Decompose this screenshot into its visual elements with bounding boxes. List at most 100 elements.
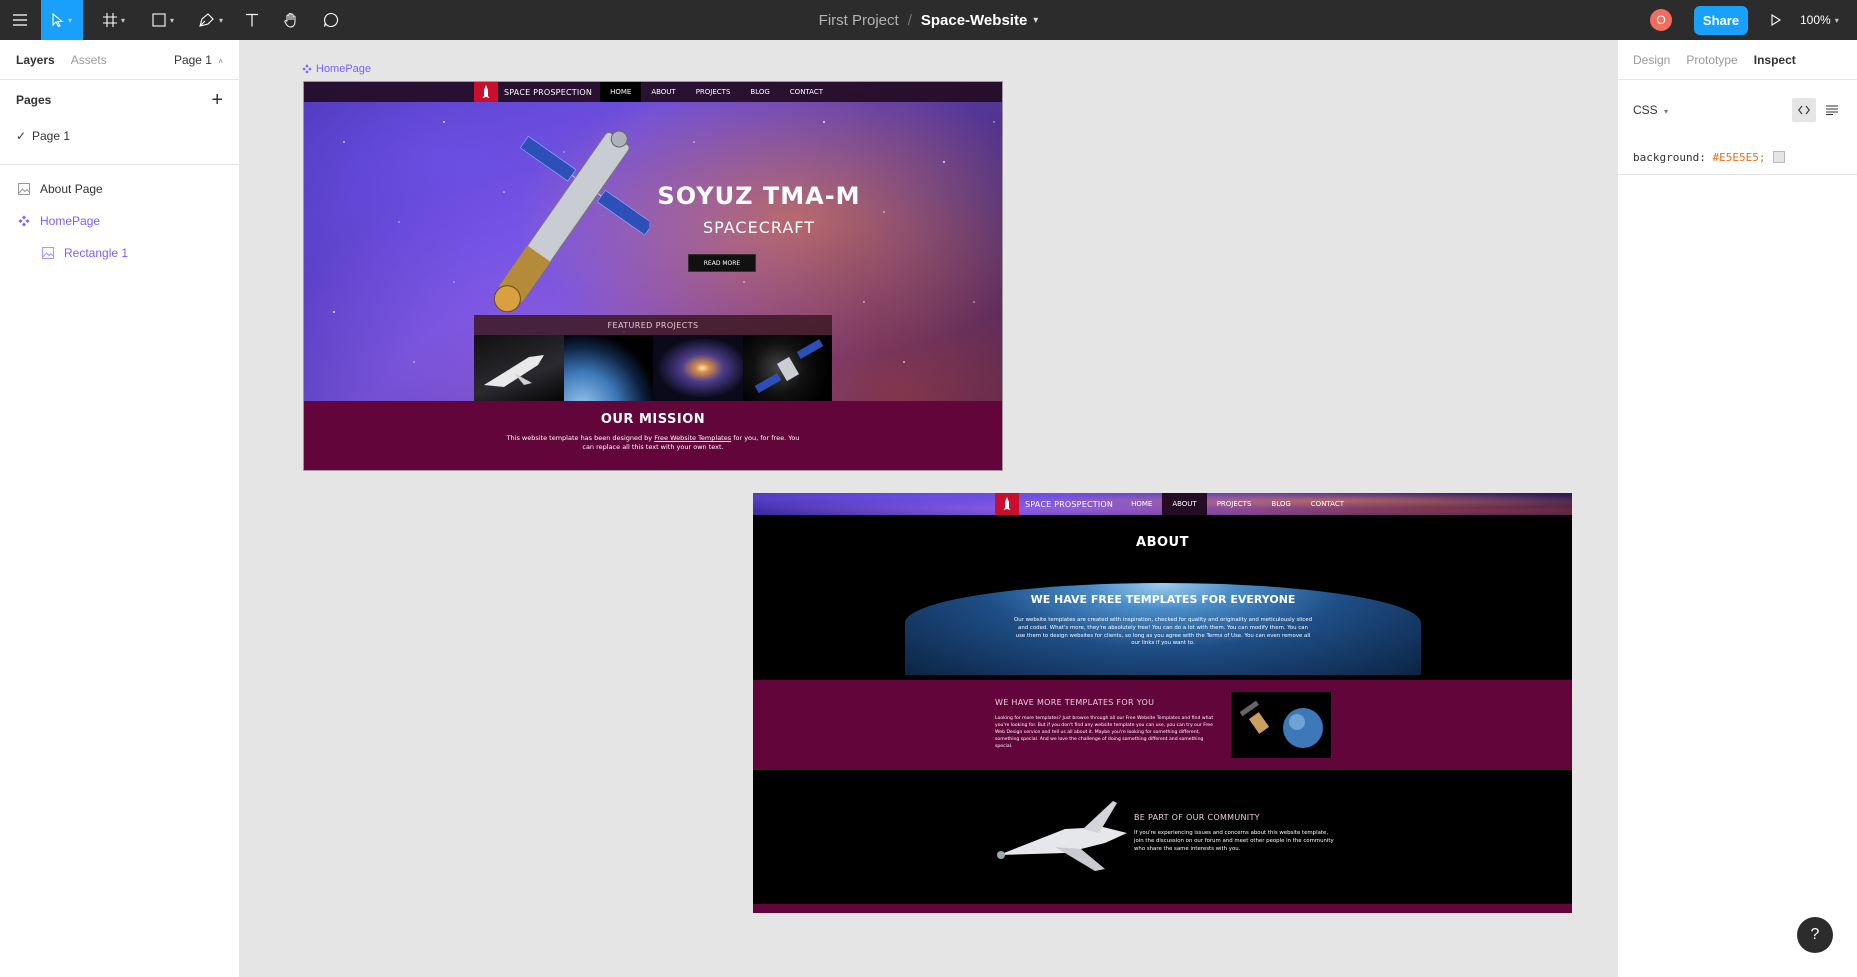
pages-header: Pages + [0, 80, 239, 120]
left-panel-tabs: Layers Assets Page 1 ˄ [0, 40, 239, 80]
nav-about[interactable]: ABOUT [1162, 493, 1207, 515]
chevron-up-icon: ˄ [218, 56, 223, 66]
project-name[interactable]: First Project [819, 12, 899, 29]
layers-panel: Layers Assets Page 1 ˄ Pages + ✓ Page 1 … [0, 40, 240, 977]
component-icon [18, 215, 40, 227]
text-tool-button[interactable] [242, 0, 262, 40]
file-name[interactable]: Space-Website [921, 12, 1027, 29]
document-title: First Project / Space-Website ▾ [0, 0, 1857, 40]
frame-label[interactable]: HomePage [302, 63, 371, 75]
nav-blog[interactable]: BLOG [1261, 493, 1300, 515]
image-frame-icon [42, 247, 64, 259]
hero-title: SOYUZ TMA-M [657, 182, 861, 210]
main-menu-icon[interactable] [8, 0, 32, 40]
layer-label: About Page [40, 182, 103, 196]
space-shuttle-thumbnail[interactable] [474, 335, 564, 401]
code-language-row: CSS ▾ [1618, 80, 1857, 140]
properties-panel: Design Prototype Inspect CSS ▾ backgroun… [1617, 40, 1857, 977]
page-row-page-1[interactable]: ✓ Page 1 [0, 120, 239, 152]
more-templates-text: Looking for more templates? Just browse … [995, 716, 1214, 750]
read-more-button[interactable]: READ MORE [688, 254, 756, 272]
space-shuttle-illustration [997, 801, 1127, 871]
tab-assets[interactable]: Assets [71, 53, 107, 67]
hero-subtitle: SPACECRAFT [702, 218, 815, 237]
satellite-shape [754, 339, 823, 393]
code-view-icon[interactable] [1792, 98, 1816, 122]
tab-inspect[interactable]: Inspect [1754, 53, 1796, 67]
nav-home[interactable]: HOME [1121, 493, 1162, 515]
nav-projects[interactable]: PROJECTS [1207, 493, 1262, 515]
community-section: BE PART OF OUR COMMUNITY If you're exper… [753, 770, 1572, 904]
help-button[interactable]: ? [1797, 917, 1833, 953]
title-separator: / [907, 11, 912, 29]
nav-about[interactable]: ABOUT [641, 82, 685, 102]
move-tool-button[interactable]: ▾ [41, 0, 83, 40]
layer-rectangle-1[interactable]: Rectangle 1 [0, 237, 239, 269]
tab-layers[interactable]: Layers [16, 53, 55, 67]
featured-projects-heading: FEATURED PROJECTS [474, 315, 832, 335]
satellite-earth-shape [1239, 700, 1323, 748]
rocket-logo-icon[interactable] [995, 493, 1019, 515]
community-text: If you're experiencing issues and concer… [1134, 830, 1334, 853]
layer-about-page[interactable]: About Page [0, 173, 239, 205]
file-menu-chevron-icon[interactable]: ▾ [1033, 15, 1038, 26]
code-language-dropdown[interactable]: CSS ▾ [1633, 103, 1668, 117]
present-play-icon[interactable] [1766, 0, 1786, 40]
css-value: #E5E5E5; [1712, 150, 1766, 164]
frame-tool-button[interactable]: ▾ [96, 0, 132, 40]
shuttle-shape [484, 355, 544, 387]
share-button[interactable]: Share [1694, 6, 1748, 35]
earth-horizon-image: WE HAVE FREE TEMPLATES FOR EVERYONE Our … [905, 583, 1421, 675]
page-row-label: Page 1 [32, 129, 71, 143]
galaxy-thumbnail[interactable] [653, 335, 743, 401]
mission-text: This website template has been designed … [503, 434, 803, 452]
featured-thumbnails [474, 335, 832, 401]
community-heading: BE PART OF OUR COMMUNITY [1134, 813, 1260, 822]
zoom-level: 100% [1800, 13, 1831, 27]
color-swatch [1773, 151, 1786, 163]
nav-projects[interactable]: PROJECTS [686, 82, 741, 102]
layer-homepage[interactable]: HomePage [0, 205, 239, 237]
page-selector[interactable]: Page 1 ˄ [174, 53, 223, 67]
list-view-icon[interactable] [1822, 98, 1842, 122]
home-site-nav: SPACE PROSPECTION HOME ABOUT PROJECTS BL… [304, 82, 1002, 102]
checkmark-icon: ✓ [16, 129, 27, 143]
mission-title: OUR MISSION [600, 412, 706, 427]
comment-tool-button[interactable] [321, 0, 341, 40]
about-page-frame[interactable]: SPACE PROSPECTION HOME ABOUT PROJECTS BL… [753, 493, 1572, 913]
about-hero-section: ABOUT WE HAVE FREE TEMPLATES FOR EVERYON… [753, 515, 1572, 675]
zoom-dropdown[interactable]: 100% ▾ [1800, 0, 1839, 40]
about-title: ABOUT [1136, 535, 1189, 550]
nav-contact[interactable]: CONTACT [1301, 493, 1354, 515]
nav-contact[interactable]: CONTACT [780, 82, 833, 102]
homepage-frame[interactable]: SPACE PROSPECTION HOME ABOUT PROJECTS BL… [303, 81, 1003, 471]
site-name[interactable]: SPACE PROSPECTION [504, 88, 592, 97]
right-panel-tabs: Design Prototype Inspect [1618, 40, 1857, 80]
layer-label: HomePage [40, 214, 101, 228]
earth-thumbnail[interactable] [563, 335, 653, 401]
tab-design[interactable]: Design [1633, 53, 1670, 67]
css-property: background: [1633, 150, 1706, 164]
shape-tool-button[interactable]: ▾ [145, 0, 181, 40]
pen-tool-button[interactable]: ▾ [193, 0, 229, 40]
user-avatar[interactable]: O [1650, 9, 1672, 31]
site-name[interactable]: SPACE PROSPECTION [1025, 500, 1113, 509]
top-toolbar: ▾ ▾ ▾ ▾ First Project / Space-Website ▾ … [0, 0, 1857, 40]
zoom-chevron-icon: ▾ [1834, 15, 1839, 25]
mission-link[interactable]: Free Website Templates [654, 434, 731, 442]
nav-blog[interactable]: BLOG [740, 82, 779, 102]
component-icon [302, 64, 312, 74]
tab-prototype[interactable]: Prototype [1686, 53, 1737, 67]
chevron-down-icon: ▾ [1664, 107, 1669, 116]
footer-strip [753, 904, 1572, 913]
hand-tool-button[interactable] [281, 0, 301, 40]
nav-home[interactable]: HOME [600, 82, 642, 102]
page-selector-label: Page 1 [173, 52, 212, 67]
satellite-earth-image [1231, 692, 1331, 758]
more-templates-heading: WE HAVE MORE TEMPLATES FOR YOU [995, 698, 1155, 707]
free-templates-text: Our website templates are created with i… [1014, 617, 1312, 647]
add-page-plus-icon[interactable]: + [211, 89, 223, 112]
satellite-thumbnail[interactable] [742, 335, 832, 401]
layer-label: Rectangle 1 [64, 246, 129, 260]
rocket-logo-icon[interactable] [474, 82, 498, 102]
